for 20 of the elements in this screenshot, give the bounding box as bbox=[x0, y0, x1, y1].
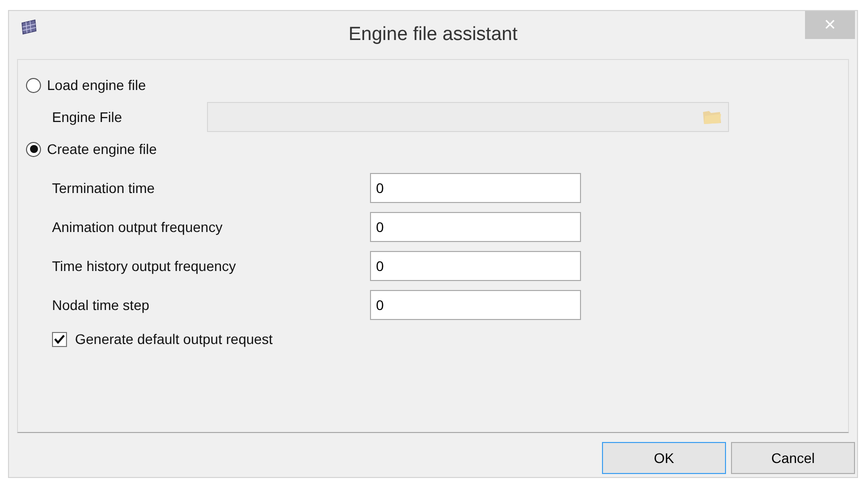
field-label: Nodal time step bbox=[52, 296, 150, 312]
checkbox-label: Generate default output request bbox=[75, 331, 273, 347]
radio-button[interactable] bbox=[26, 142, 41, 156]
field-label: Engine File bbox=[52, 109, 124, 125]
checkbox[interactable] bbox=[52, 332, 67, 346]
input-field[interactable]: 0 bbox=[370, 250, 581, 280]
radio-label: Create engine file bbox=[47, 141, 157, 157]
radio-label: Load engine file bbox=[47, 77, 146, 93]
radio-button[interactable] bbox=[26, 78, 41, 92]
dialog-button[interactable]: OK bbox=[602, 442, 726, 474]
dialog-button[interactable]: Cancel bbox=[731, 442, 855, 474]
field-label: Animation output frequency bbox=[52, 218, 224, 234]
field-label: Time history output frequency bbox=[52, 258, 237, 274]
field-label: Termination time bbox=[52, 180, 156, 196]
folder-icon bbox=[702, 108, 722, 126]
window-title: Engine file assistant bbox=[348, 24, 518, 46]
grid-icon bbox=[21, 19, 37, 35]
input-field[interactable]: 0 bbox=[370, 172, 581, 202]
input-field[interactable]: 0 bbox=[370, 290, 581, 320]
input-field[interactable]: 0 bbox=[370, 212, 581, 242]
